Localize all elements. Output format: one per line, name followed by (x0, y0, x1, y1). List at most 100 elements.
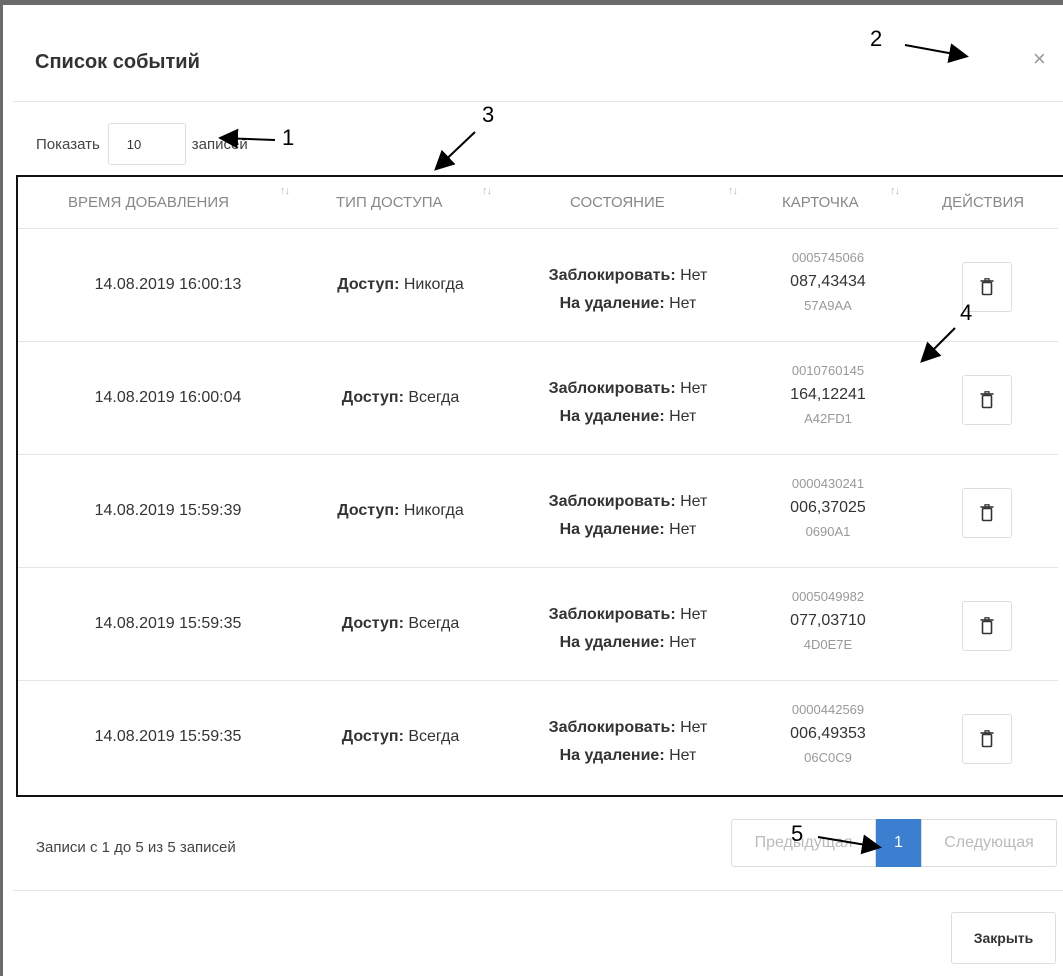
table-row: 14.08.2019 16:00:04 Доступ: Всегда Забло… (18, 342, 1058, 455)
delete-label: На удаление: (559, 408, 665, 425)
block-value: Нет (680, 493, 708, 510)
card-code: 077,03710 (790, 612, 866, 629)
length-label-before: Показать (36, 135, 100, 153)
table-info: Записи с 1 до 5 из 5 записей (36, 839, 236, 856)
block-value: Нет (680, 719, 708, 736)
block-value: Нет (680, 380, 708, 397)
card-number: 0010760145 (791, 363, 865, 378)
callout-1: 1 (282, 125, 295, 150)
event-time: 14.08.2019 16:00:13 (94, 276, 242, 293)
trash-icon (980, 391, 994, 409)
event-time: 14.08.2019 15:59:35 (94, 615, 242, 632)
trash-icon (980, 278, 994, 296)
block-label: Заблокировать: (548, 267, 676, 284)
state: Заблокировать: Нет На удаление: Нет (528, 262, 728, 318)
access-type: Доступ: Всегда (308, 389, 493, 407)
table-header: ВРЕМЯ ДОБАВЛЕНИЯ ↑↓ ТИП ДОСТУПА ↑↓ СОСТО… (18, 177, 1058, 229)
state: Заблокировать: Нет На удаление: Нет (528, 714, 728, 770)
delete-label: На удаление: (559, 295, 665, 312)
previous-page-button[interactable]: Предыдущая (731, 819, 876, 867)
close-button[interactable]: Закрыть (951, 912, 1056, 964)
block-value: Нет (680, 267, 708, 284)
trash-icon (980, 730, 994, 748)
access-label: Доступ: (341, 728, 404, 745)
sort-icon[interactable]: ↑↓ (890, 185, 900, 197)
card-number: 0000430241 (791, 476, 865, 491)
card: 0005049982 077,03710 4D0E7E (778, 588, 878, 654)
modal-title: Список событий (35, 51, 200, 73)
events-modal: Список событий × Показать записей ВРЕМЯ … (0, 0, 1063, 976)
trash-icon (980, 504, 994, 522)
table-row: 14.08.2019 16:00:13 Доступ: Никогда Забл… (18, 229, 1058, 342)
delete-button[interactable] (962, 488, 1012, 538)
page-length-select[interactable] (107, 123, 186, 165)
card: 0000442569 006,49353 06C0C9 (778, 701, 878, 767)
card: 0000430241 006,37025 0690A1 (778, 475, 878, 541)
state: Заблокировать: Нет На удаление: Нет (528, 601, 728, 657)
block-label: Заблокировать: (548, 606, 676, 623)
close-icon[interactable]: × (1033, 46, 1046, 72)
delete-value: Нет (669, 295, 697, 312)
card-number: 0005745066 (791, 250, 865, 265)
column-header-access-type[interactable]: ТИП ДОСТУПА (336, 194, 443, 211)
access-label: Доступ: (337, 276, 400, 293)
card-number: 0000442569 (791, 702, 865, 717)
callout-5: 5 (791, 821, 804, 846)
event-time: 14.08.2019 15:59:39 (94, 502, 242, 519)
modal-header: Список событий × (13, 5, 1063, 102)
callout-3: 3 (482, 102, 495, 127)
access-value: Всегда (408, 728, 460, 745)
trash-icon (980, 617, 994, 635)
access-value: Всегда (408, 615, 460, 632)
card-hex: A42FD1 (804, 411, 852, 426)
sort-icon[interactable]: ↑↓ (280, 185, 290, 197)
delete-button[interactable] (962, 714, 1012, 764)
access-value: Всегда (408, 389, 460, 406)
delete-label: На удаление: (559, 521, 665, 538)
state: Заблокировать: Нет На удаление: Нет (528, 375, 728, 431)
delete-value: Нет (669, 408, 697, 425)
event-time: 14.08.2019 15:59:35 (94, 728, 242, 745)
card-hex: 06C0C9 (804, 750, 852, 765)
access-value: Никогда (403, 502, 464, 519)
access-label: Доступ: (337, 502, 400, 519)
access-type: Доступ: Никогда (308, 502, 493, 520)
card-code: 087,43434 (790, 273, 866, 290)
card-code: 164,12241 (790, 386, 866, 403)
delete-value: Нет (669, 521, 697, 538)
table-row: 14.08.2019 15:59:35 Доступ: Всегда Забло… (18, 568, 1058, 681)
column-header-state[interactable]: СОСТОЯНИЕ (570, 194, 665, 211)
access-type: Доступ: Никогда (308, 276, 493, 294)
next-page-button[interactable]: Следующая (921, 819, 1057, 867)
access-type: Доступ: Всегда (308, 728, 493, 746)
column-header-time[interactable]: ВРЕМЯ ДОБАВЛЕНИЯ (68, 194, 229, 211)
access-label: Доступ: (341, 389, 404, 406)
delete-button[interactable] (962, 375, 1012, 425)
access-type: Доступ: Всегда (308, 615, 493, 633)
callout-2: 2 (870, 26, 883, 51)
table-row: 14.08.2019 15:59:39 Доступ: Никогда Забл… (18, 455, 1058, 568)
delete-label: На удаление: (559, 634, 665, 651)
card: 0005745066 087,43434 57A9AA (778, 249, 878, 315)
callout-4: 4 (960, 300, 973, 325)
page-button-current[interactable]: 1 (876, 819, 921, 867)
column-header-card[interactable]: КАРТОЧКА (782, 194, 859, 211)
card-hex: 4D0E7E (803, 637, 853, 652)
events-table: ВРЕМЯ ДОБАВЛЕНИЯ ↑↓ ТИП ДОСТУПА ↑↓ СОСТО… (16, 175, 1063, 797)
column-header-actions: ДЕЙСТВИЯ (942, 194, 1025, 211)
card-code: 006,37025 (790, 499, 866, 516)
footer-divider (13, 890, 1063, 891)
delete-value: Нет (669, 634, 697, 651)
card-number: 0005049982 (791, 589, 865, 604)
sort-icon[interactable]: ↑↓ (482, 185, 492, 197)
delete-label: На удаление: (559, 747, 665, 764)
block-label: Заблокировать: (548, 719, 676, 736)
card-hex: 57A9AA (804, 298, 852, 313)
pagination: Предыдущая 1 Следующая (731, 819, 1057, 867)
card-code: 006,49353 (790, 725, 866, 742)
card: 0010760145 164,12241 A42FD1 (778, 362, 878, 428)
state: Заблокировать: Нет На удаление: Нет (528, 488, 728, 544)
delete-button[interactable] (962, 601, 1012, 651)
block-label: Заблокировать: (548, 493, 676, 510)
sort-icon[interactable]: ↑↓ (728, 185, 738, 197)
